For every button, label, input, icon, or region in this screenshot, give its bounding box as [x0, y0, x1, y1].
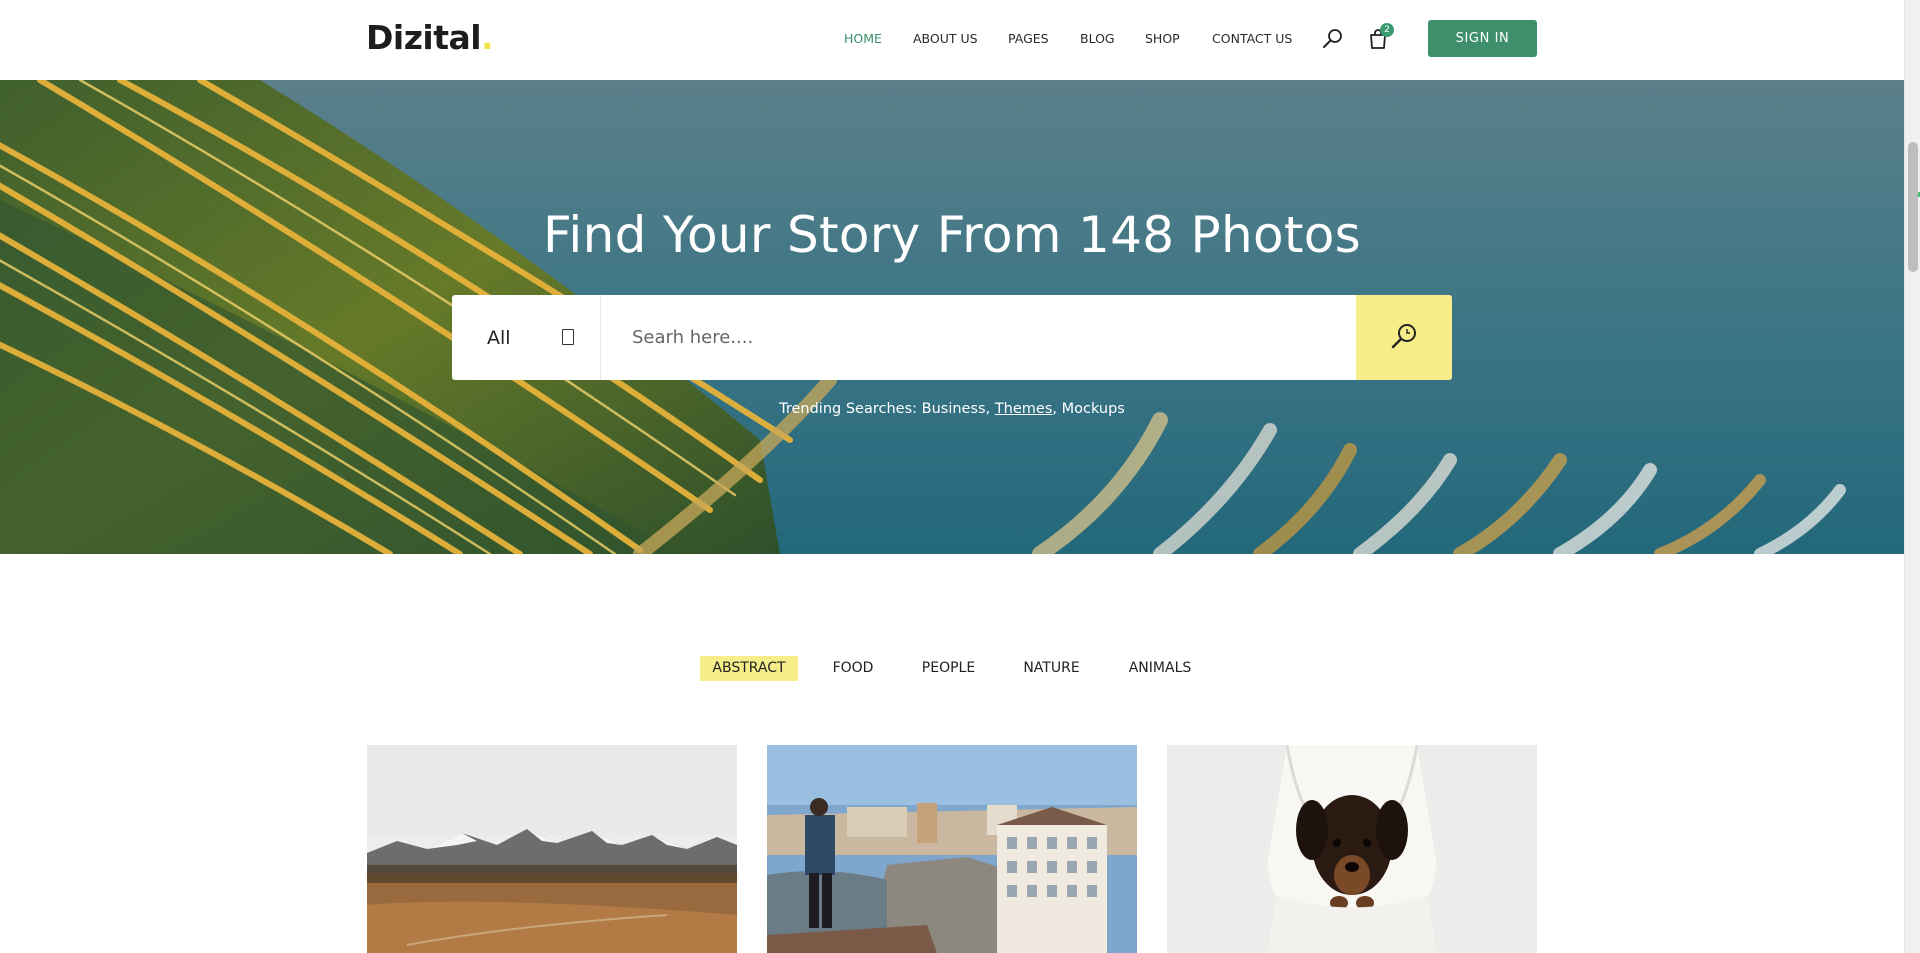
search-icon — [1391, 324, 1416, 349]
nav-contact-us[interactable]: CONTACT US — [1212, 31, 1292, 46]
search-input[interactable] — [602, 295, 1356, 380]
main-nav: HOME ABOUT US PAGES BLOG SHOP CONTACT US — [0, 31, 1904, 51]
search-bar: All — [452, 295, 1452, 380]
tab-abstract[interactable]: ABSTRACT — [700, 656, 798, 681]
trending-link-themes[interactable]: Themes — [995, 401, 1053, 417]
scrollbar-thumb[interactable] — [1908, 142, 1918, 272]
cart-count-badge: 2 — [1380, 23, 1394, 37]
dropdown-arrow-icon — [562, 329, 574, 345]
trending-link-business[interactable]: Business — [922, 401, 986, 417]
category-select[interactable]: All — [452, 295, 601, 380]
trending-link-mockups[interactable]: Mockups — [1062, 401, 1125, 417]
tab-people[interactable]: PEOPLE — [910, 656, 987, 681]
hero-banner: Find Your Story From 148 Photos All Tren… — [0, 80, 1904, 554]
site-header: Dizital. HOME ABOUT US PAGES BLOG SHOP C… — [0, 0, 1904, 80]
gallery-item-dachshund[interactable] — [1167, 745, 1537, 953]
search-submit-button[interactable] — [1356, 295, 1452, 380]
tab-nature[interactable]: NATURE — [1012, 656, 1091, 681]
page-scrollbar[interactable] — [1904, 0, 1920, 953]
nav-home[interactable]: HOME — [844, 31, 882, 46]
tab-food[interactable]: FOOD — [820, 656, 886, 681]
man-overlooking-city-photo — [767, 745, 1137, 953]
sign-in-button[interactable]: SIGN IN — [1428, 20, 1537, 57]
tab-animals[interactable]: ANIMALS — [1117, 656, 1203, 681]
nav-shop[interactable]: SHOP — [1145, 31, 1180, 46]
gallery-item-mountain-landscape[interactable] — [367, 745, 737, 953]
hero-title: Find Your Story From 148 Photos — [542, 206, 1361, 264]
mountain-landscape-photo — [367, 745, 737, 953]
category-filter-tabs: ABSTRACT FOOD PEOPLE NATURE ANIMALS — [0, 656, 1904, 682]
nav-pages[interactable]: PAGES — [1008, 31, 1049, 46]
gallery-item-city-view[interactable] — [767, 745, 1137, 953]
nav-about-us[interactable]: ABOUT US — [913, 31, 978, 46]
dachshund-in-blanket-photo — [1167, 745, 1537, 953]
search-icon[interactable] — [1321, 27, 1345, 51]
trending-label: Trending Searches: — [779, 401, 918, 417]
trending-searches: Trending Searches: Business, Themes, Moc… — [779, 401, 1125, 417]
nav-blog[interactable]: BLOG — [1080, 31, 1115, 46]
category-selected-label: All — [487, 327, 511, 349]
